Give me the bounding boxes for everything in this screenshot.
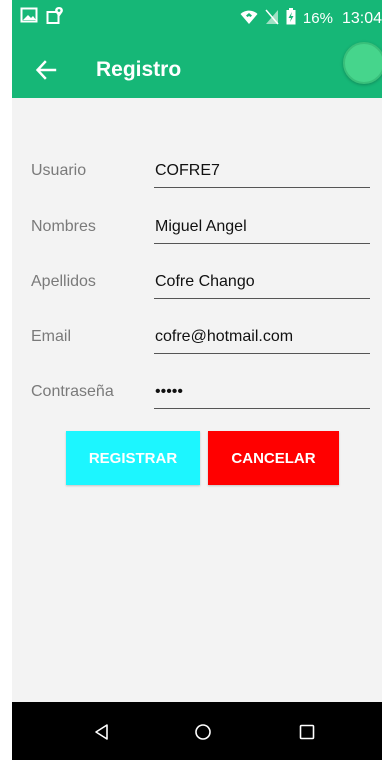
email-input[interactable]: cofre@hotmail.com (154, 320, 370, 354)
field-label: Apellidos (31, 273, 96, 290)
field-label: Usuario (31, 162, 87, 179)
nav-back-button[interactable] (89, 719, 115, 745)
nav-recents-button[interactable] (294, 719, 320, 745)
apellidos-input[interactable]: Cofre Chango (154, 265, 370, 299)
field-row-usuario: Usuario COFRE7 (12, 154, 382, 194)
nombres-input[interactable]: Miguel Angel (154, 210, 370, 244)
field-label: Nombres (31, 218, 96, 235)
status-right-icons: 16% 13:04 (240, 8, 382, 29)
back-button[interactable] (30, 54, 62, 86)
floating-action-button[interactable] (343, 42, 382, 84)
page-title: Registro (96, 58, 182, 81)
field-row-contrasena: Contraseña ••••• (12, 375, 382, 415)
status-left-icons (20, 6, 66, 31)
field-label: Contraseña (31, 383, 114, 400)
system-nav-bar (12, 702, 382, 760)
recents-square-icon (299, 724, 315, 740)
register-form: Usuario COFRE7 Nombres Miguel Angel Apel… (12, 98, 382, 702)
wifi-icon (240, 9, 258, 29)
password-input[interactable]: ••••• (154, 375, 370, 409)
image-icon (20, 6, 38, 31)
field-row-apellidos: Apellidos Cofre Chango (12, 265, 382, 305)
app-bar: Registro (12, 42, 382, 98)
register-button[interactable]: REGISTRAR (66, 431, 200, 485)
clock-time: 13:04 (341, 9, 382, 27)
battery-percent: 16% (302, 10, 333, 27)
field-label: Email (31, 328, 72, 345)
usuario-input[interactable]: COFRE7 (154, 154, 370, 188)
app-screen: 16% 13:04 Registro Usuario COFRE7 Nombre… (12, 0, 382, 760)
nav-home-button[interactable] (190, 719, 216, 745)
field-row-nombres: Nombres Miguel Angel (12, 210, 382, 250)
home-circle-icon (195, 724, 211, 740)
location-alert-icon (46, 6, 66, 31)
battery-charging-icon (286, 8, 296, 29)
arrow-left-icon (35, 60, 57, 80)
no-sim-icon (265, 9, 279, 29)
status-bar: 16% 13:04 (12, 0, 382, 42)
cancel-button[interactable]: CANCELAR (208, 431, 339, 485)
field-row-email: Email cofre@hotmail.com (12, 320, 382, 360)
back-triangle-icon (95, 724, 108, 740)
